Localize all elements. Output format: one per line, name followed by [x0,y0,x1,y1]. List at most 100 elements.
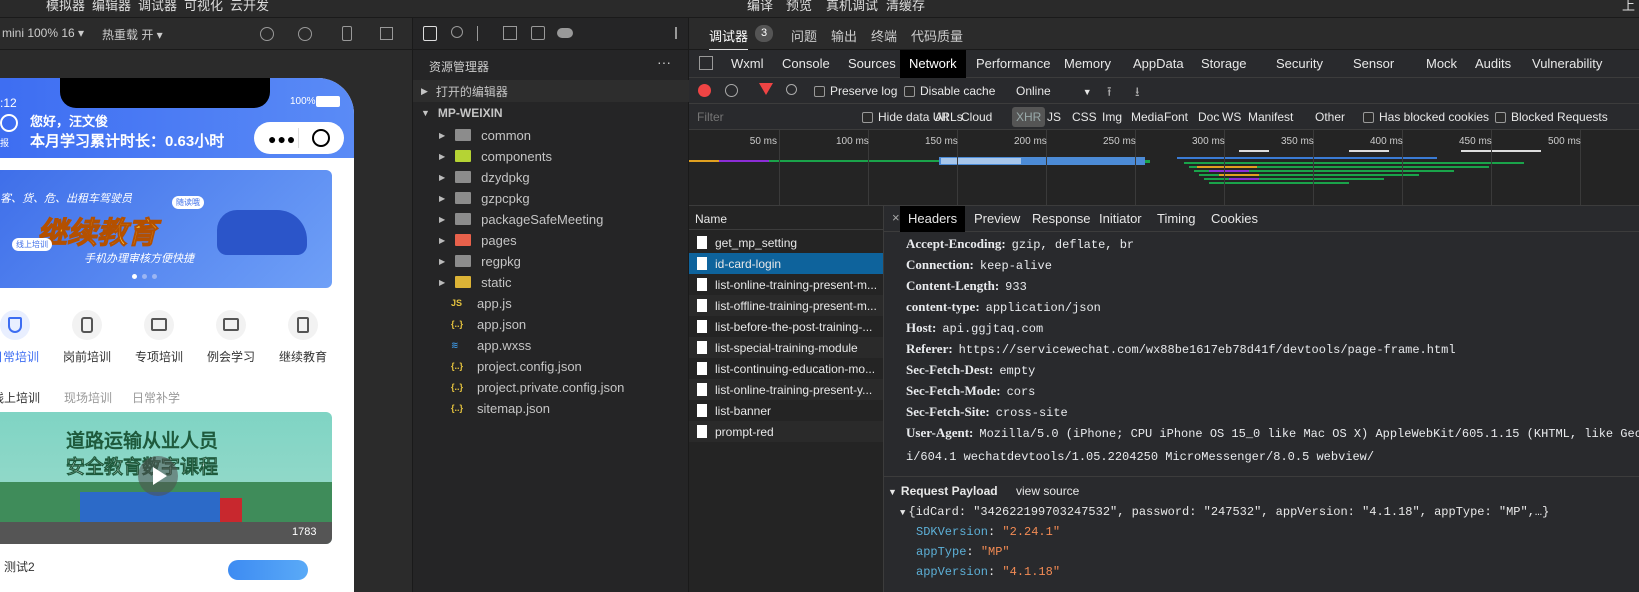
bottom-action-button[interactable] [228,560,308,580]
payload-item[interactable]: appType: "MP" [916,545,1010,559]
tab-onsite[interactable]: 现场培训 [64,389,112,406]
tab-code-quality[interactable]: 代码质量 [911,26,963,45]
folder-common[interactable]: ▶ common [413,124,689,146]
tab-online[interactable]: 线上培训 [0,389,40,406]
request-row[interactable]: list-online-training-present-y... [689,379,883,400]
clear-icon[interactable] [725,84,738,97]
search-network-icon[interactable] [786,84,797,95]
banner[interactable]: 客、货、危、出租车驾驶员 继续教育 手机办理审核方便快捷 线上培训 随读哦 [0,170,332,288]
filter-input[interactable] [693,107,853,127]
extensions-icon[interactable] [503,26,517,40]
filter-icon[interactable] [759,83,773,95]
folder-regpkg[interactable]: ▶ regpkg [413,250,689,272]
menu-clear-cache[interactable]: 清缓存 [886,0,925,12]
more-icon[interactable]: ●●● [268,131,296,147]
file-app-js[interactable]: JS app.js [413,292,689,314]
detail-tab-headers[interactable]: Headers [900,206,966,232]
type-filter-manifest[interactable]: Manifest [1248,110,1293,124]
request-row[interactable]: get_mp_setting [689,232,883,253]
record-icon[interactable] [698,84,711,97]
tab-output[interactable]: 输出 [831,26,857,45]
stop-icon[interactable] [298,27,312,41]
request-row[interactable]: list-banner [689,400,883,421]
type-filter-all[interactable]: All [935,110,948,124]
nav-pre-job[interactable]: 岗前培训 [63,348,111,365]
panel-tab-performance[interactable]: Performance [976,50,1050,78]
panel-tab-console[interactable]: Console [782,50,830,78]
tab-debugger[interactable]: 调试器 [709,26,749,51]
nav-daily-training[interactable]: 日常培训 [0,348,39,365]
payload-section[interactable]: ▼ Request Payload [888,484,998,498]
request-row[interactable]: list-offline-training-present-m... [689,295,883,316]
menu-compile[interactable]: 编译 [747,0,773,12]
payload-summary[interactable]: ▼ {idCard: "342622199703247532", password… [900,505,1549,519]
book-icon[interactable] [288,310,318,340]
detail-tab-initiator[interactable]: Initiator [1099,206,1142,232]
menu-device-debug[interactable]: 真机调试 [826,0,878,12]
tab-issues[interactable]: 问题 [791,26,817,45]
blocked-requests-checkbox[interactable]: Blocked Requests [1495,110,1608,124]
detail-tab-timing[interactable]: Timing [1157,206,1196,232]
type-filter-xhr[interactable]: XHR [1012,107,1046,127]
request-row[interactable]: list-continuing-education-mo... [689,358,883,379]
type-filter-js[interactable]: JS [1047,110,1061,124]
file-app-wxss[interactable]: ≋ app.wxss [413,334,689,356]
open-editors-section[interactable]: ▶ 打开的编辑器 [413,80,689,102]
file-sitemap-json[interactable]: {..} sitemap.json [413,397,689,419]
type-filter-other[interactable]: Other [1315,110,1345,124]
name-column-header[interactable]: Name [689,206,884,230]
close-mini-icon[interactable] [312,129,330,147]
file-app-json[interactable]: {..} app.json [413,313,689,335]
folder-components[interactable]: ▶ components [413,145,689,167]
type-filter-media[interactable]: Media [1131,110,1164,124]
close-detail-icon[interactable]: × [892,210,900,225]
tab-terminal[interactable]: 终端 [871,26,897,45]
nav-special[interactable]: 专项培训 [135,348,183,365]
request-row[interactable]: prompt-red [689,421,883,442]
folder-static[interactable]: ▶ static [413,271,689,293]
explorer-more-icon[interactable]: ··· [657,54,671,70]
docker-icon[interactable] [557,28,573,38]
device-selector[interactable]: mini 100% 16 ▾ [2,26,84,40]
disable-cache-checkbox[interactable]: Disable cache [904,84,995,98]
request-row[interactable]: list-special-training-module [689,337,883,358]
monitor-icon[interactable] [144,310,174,340]
type-filter-img[interactable]: Img [1102,110,1122,124]
inspect-icon[interactable] [699,56,713,70]
menu-upload[interactable]: 上 [1622,0,1635,12]
upload-icon[interactable]: ⭱ [1107,83,1112,105]
folder-packageSafeMeeting[interactable]: ▶ packageSafeMeeting [413,208,689,230]
nav-meeting[interactable]: 例会学习 [207,348,255,365]
type-filter-doc[interactable]: Doc [1198,110,1219,124]
capsule-menu[interactable]: ●●● [254,122,344,154]
panel-tab-audits[interactable]: Audits [1475,50,1511,78]
debug-icon[interactable] [531,26,545,40]
menu-cloud[interactable]: 云开发 [230,0,269,12]
panel-tab-storage[interactable]: Storage [1201,50,1247,78]
detail-tab-preview[interactable]: Preview [974,206,1020,232]
window-icon[interactable] [380,27,393,40]
panel-tab-security[interactable]: Security [1276,50,1323,78]
preserve-log-checkbox[interactable]: Preserve log [814,84,897,98]
nav-continuing[interactable]: 继续教育 [279,348,327,365]
project-section[interactable]: ▼ MP-WEIXIN [413,102,503,124]
phone-icon[interactable] [342,26,352,41]
file-project-private-config-json[interactable]: {..} project.private.config.json [413,376,689,398]
shield-icon[interactable] [0,310,30,340]
panel-tab-memory[interactable]: Memory [1064,50,1111,78]
has-blocked-cookies-checkbox[interactable]: Has blocked cookies [1363,110,1489,124]
download-icon[interactable]: ⭳ [1135,83,1140,105]
meeting-icon[interactable] [216,310,246,340]
source-control-icon[interactable] [477,26,489,41]
menu-preview[interactable]: 预览 [786,0,812,12]
hot-reload-toggle[interactable]: 热重载 开 ▾ [102,26,163,43]
panel-tab-network[interactable]: Network [900,50,966,78]
view-source-link[interactable]: view source [1016,484,1079,498]
search-icon[interactable] [451,26,463,38]
menu-editor[interactable]: 编辑器 [92,0,131,12]
panel-tab-appdata[interactable]: AppData [1133,50,1184,78]
request-row[interactable]: list-online-training-present-m... [689,274,883,295]
course-card[interactable]: 道路运输从业人员 安全教育数字课程 1783 [0,412,332,544]
menu-visual[interactable]: 可视化 [184,0,223,12]
type-filter-font[interactable]: Font [1164,110,1188,124]
